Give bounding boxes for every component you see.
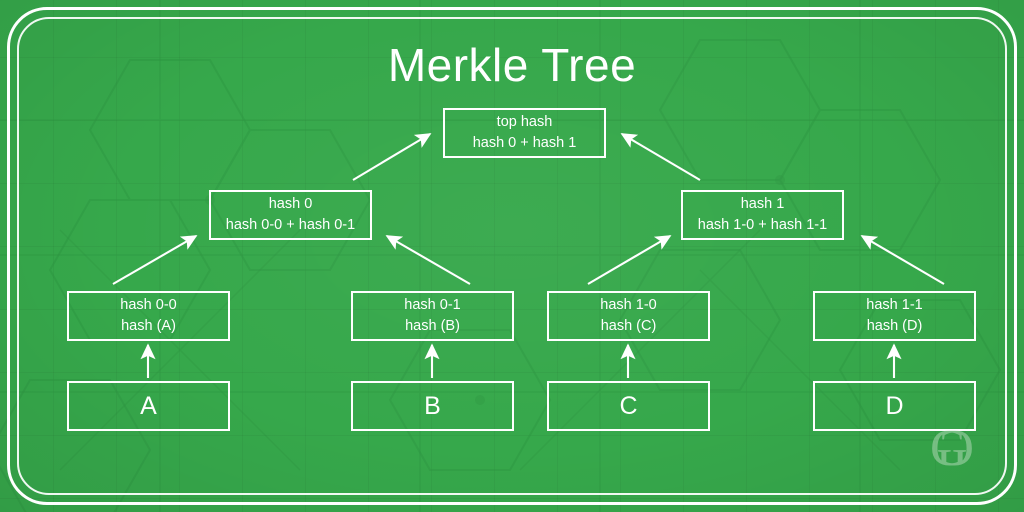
node-block-c: C <box>547 381 710 431</box>
node-hash-0-1-line2: hash (B) <box>405 318 460 334</box>
node-hash-0-0-line1: hash 0-0 <box>120 297 177 313</box>
node-hash-1-1: hash 1-1 hash (D) <box>813 291 976 341</box>
node-top-hash-line2: hash 0 + hash 1 <box>472 135 577 151</box>
diagram-title: Merkle Tree <box>387 39 637 91</box>
node-block-a: A <box>67 381 230 431</box>
node-block-b: B <box>351 381 514 431</box>
node-hash-1-line2: hash 1-0 + hash 1-1 <box>697 217 828 233</box>
merkle-tree-diagram: Merkle Tree top hash hash 0 + hash 1 has… <box>0 0 1024 512</box>
node-hash-0-1-line1: hash 0-1 <box>404 297 461 313</box>
node-hash-1-1-line2: hash (D) <box>866 318 923 334</box>
node-hash-0: hash 0 hash 0-0 + hash 0-1 <box>209 190 372 240</box>
node-hash-1-0-line2: hash (C) <box>600 318 657 334</box>
node-hash-1-0-line1: hash 1-0 <box>600 297 657 313</box>
node-hash-0-line2: hash 0-0 + hash 0-1 <box>225 217 356 233</box>
node-hash-0-1: hash 0-1 hash (B) <box>351 291 514 341</box>
node-block-d: D <box>813 381 976 431</box>
node-hash-1: hash 1 hash 1-0 + hash 1-1 <box>681 190 844 240</box>
node-hash-1-0: hash 1-0 hash (C) <box>547 291 710 341</box>
node-hash-1-1-line1: hash 1-1 <box>866 297 923 313</box>
node-hash-0-0-line2: hash (A) <box>121 318 176 334</box>
node-hash-0-0: hash 0-0 hash (A) <box>67 291 230 341</box>
node-hash-0-line1: hash 0 <box>268 196 313 212</box>
node-hash-1-line1: hash 1 <box>740 196 785 212</box>
node-top-hash: top hash hash 0 + hash 1 <box>443 108 606 158</box>
node-top-hash-line1: top hash <box>496 114 553 130</box>
